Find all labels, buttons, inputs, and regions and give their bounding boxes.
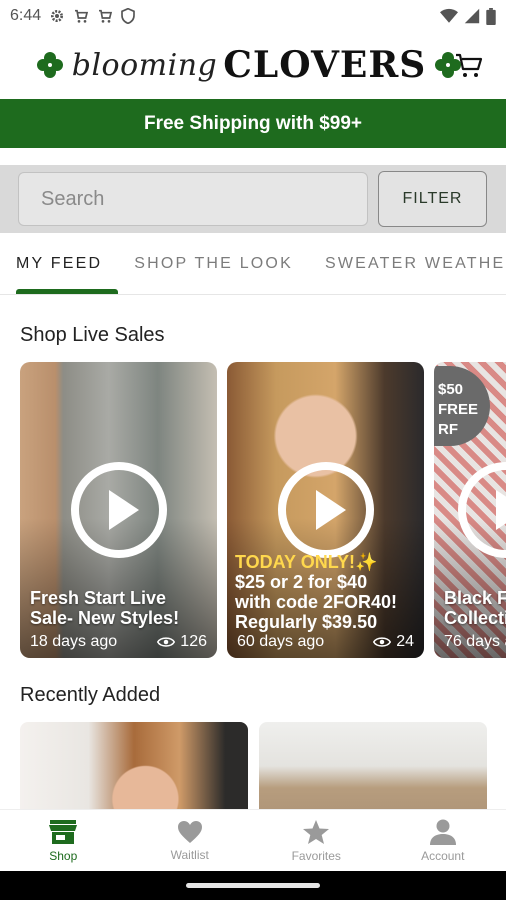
nav-account-label: Account <box>421 848 465 863</box>
battery-icon <box>486 7 496 25</box>
live-sale-age: 60 days ago <box>237 633 325 650</box>
live-sale-card[interactable]: $50 FREE RF Black Friday Sale #2 Collect… <box>434 362 506 658</box>
heart-icon <box>177 820 202 843</box>
cart-icon <box>456 53 483 77</box>
recently-added-title: Recently Added <box>20 684 161 706</box>
live-sale-title: Black Friday Sale #2 Collection <box>444 588 506 628</box>
live-sale-age: 18 days ago <box>30 633 118 650</box>
star-icon <box>303 819 330 844</box>
shield-icon <box>121 8 135 24</box>
play-icon[interactable] <box>69 460 169 560</box>
filter-button[interactable]: FILTER <box>378 171 487 227</box>
home-gesture-handle[interactable] <box>186 883 320 888</box>
tab-my-feed[interactable]: MY FEED <box>0 233 119 294</box>
live-sale-card[interactable]: TODAY ONLY!✨ $25 or 2 for $40 with code … <box>227 362 424 658</box>
eye-icon <box>373 637 392 647</box>
nav-account[interactable]: Account <box>380 810 506 871</box>
promo-text: Free Shipping with $99+ <box>143 112 363 134</box>
settings-gear-icon <box>51 10 64 22</box>
status-time: 6:44 <box>10 7 42 24</box>
play-icon[interactable] <box>276 460 376 560</box>
nav-shop[interactable]: Shop <box>0 810 127 871</box>
cart-notification-icon <box>75 9 89 23</box>
account-icon <box>429 819 456 845</box>
logo-bold-text: CLOVERS <box>223 44 427 86</box>
live-sales-carousel[interactable]: Fresh Start Live Sale- New Styles! 18 da… <box>20 362 506 658</box>
cart-button[interactable] <box>454 50 484 80</box>
live-sale-promo-overlay: TODAY ONLY!✨ $25 or 2 for $40 with code … <box>235 552 398 632</box>
product-image <box>20 722 248 810</box>
storefront-icon <box>49 819 78 844</box>
logo-script-text: blooming <box>71 47 218 83</box>
play-icon[interactable] <box>456 460 506 560</box>
live-sale-views: 126 <box>180 633 207 650</box>
clover-icon <box>36 52 63 78</box>
eye-icon <box>157 637 176 647</box>
product-card[interactable] <box>20 722 248 810</box>
live-sale-title: Fresh Start Live Sale- New Styles! <box>30 588 180 628</box>
live-sale-views: 24 <box>396 633 414 650</box>
product-card[interactable] <box>259 722 487 810</box>
system-navigation-bar <box>0 871 506 900</box>
free-shipping-banner[interactable]: Free Shipping with $99+ <box>0 99 506 148</box>
cart-notification-icon <box>99 9 113 23</box>
live-sale-age: 76 days ago <box>444 633 506 650</box>
status-bar: 6:44 <box>0 0 506 32</box>
signal-icon <box>464 8 480 24</box>
nav-waitlist-label: Waitlist <box>170 847 209 862</box>
live-sales-title: Shop Live Sales <box>20 324 165 346</box>
product-image <box>259 722 487 810</box>
live-sale-meta: 76 days ago <box>444 633 506 651</box>
search-input[interactable] <box>18 172 368 226</box>
nav-waitlist[interactable]: Waitlist <box>127 810 254 871</box>
search-bar: FILTER <box>0 165 506 233</box>
live-sale-title: Regularly $39.50 <box>235 612 378 632</box>
tab-shop-the-look[interactable]: SHOP THE LOOK <box>118 233 309 294</box>
nav-favorites-label: Favorites <box>291 848 341 863</box>
live-sale-meta: 60 days ago 24 <box>237 633 414 651</box>
bottom-navigation: Shop Waitlist Favorites Account <box>0 809 506 871</box>
app-header: blooming CLOVERS <box>0 32 506 98</box>
nav-favorites[interactable]: Favorites <box>253 810 380 871</box>
tab-sweater-weather[interactable]: SWEATER WEATHER <box>309 233 506 294</box>
wifi-icon <box>440 8 458 23</box>
recently-added-list[interactable] <box>20 722 506 810</box>
brand-logo[interactable]: blooming CLOVERS <box>34 44 464 86</box>
live-sale-meta: 18 days ago 126 <box>30 633 207 651</box>
live-sale-card[interactable]: Fresh Start Live Sale- New Styles! 18 da… <box>20 362 217 658</box>
feed-tabs: MY FEED SHOP THE LOOK SWEATER WEATHER <box>0 233 506 295</box>
nav-shop-label: Shop <box>49 848 78 863</box>
